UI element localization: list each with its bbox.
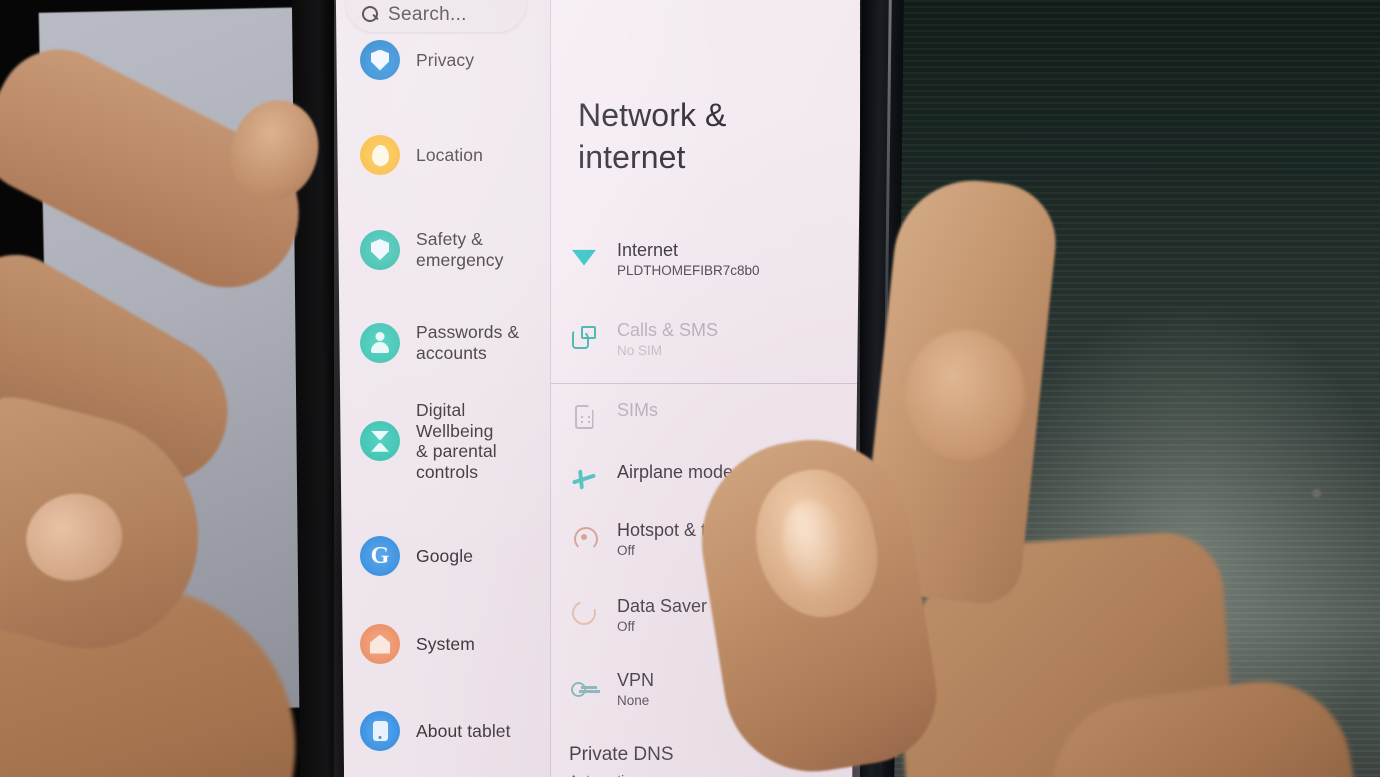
- settings-row-private-dns[interactable]: Private DNS: [569, 744, 674, 766]
- settings-row-vpn[interactable]: VPN None: [551, 670, 860, 709]
- sidebar-item-system[interactable]: System: [334, 624, 550, 664]
- row-title: Calls & SMS: [617, 320, 719, 340]
- sidebar-item-label: Location: [416, 144, 483, 165]
- row-subtitle: Off: [617, 542, 635, 558]
- sidebar-item-about-tablet[interactable]: About tablet: [334, 711, 550, 751]
- row-title: SIMs: [617, 400, 659, 420]
- search-input[interactable]: Search...: [346, 0, 526, 32]
- sidebar-item-label: About tablet: [416, 720, 511, 741]
- row-title: Data Saver: [617, 596, 708, 616]
- hourglass-icon: [360, 421, 400, 462]
- sidebar-item-label: Safety & emergency: [416, 229, 504, 270]
- shield-icon: [360, 229, 400, 270]
- settings-row-airplane-mode[interactable]: Airplane mode: [551, 462, 860, 494]
- row-subtitle: Off: [617, 618, 635, 634]
- sidebar-item-passwords-accounts[interactable]: Passwords & accounts: [334, 322, 550, 363]
- settings-sidebar: Search... Privacy Location Safety & emerg…: [334, 0, 550, 777]
- sidebar-item-google[interactable]: G Google: [334, 536, 550, 576]
- google-g-icon: G: [360, 536, 400, 576]
- row-title: Hotspot & tethering: [617, 520, 772, 540]
- tablet-screen: Search... Privacy Location Safety & emerg…: [334, 0, 860, 777]
- data-saver-icon: [568, 597, 600, 629]
- background-speck: [1312, 489, 1321, 498]
- sidebar-item-label: Google: [416, 545, 474, 566]
- calls-sms-icon: [569, 322, 599, 352]
- section-divider: [551, 383, 860, 384]
- sidebar-item-label: Privacy: [416, 49, 475, 70]
- tablet-icon: [360, 711, 400, 751]
- settings-row-data-saver[interactable]: Data Saver Off: [551, 596, 860, 635]
- sidebar-item-safety-emergency[interactable]: Safety & emergency: [334, 229, 550, 270]
- sidebar-item-location[interactable]: Location: [334, 135, 550, 175]
- row-title: Internet: [617, 240, 679, 260]
- sidebar-item-label: Passwords & accounts: [416, 322, 520, 363]
- hotspot-icon: [569, 522, 599, 552]
- wifi-icon: [569, 242, 599, 272]
- search-icon: [362, 6, 379, 23]
- private-dns-subtitle: Automatic: [569, 772, 631, 777]
- search-placeholder: Search...: [388, 4, 467, 25]
- row-subtitle: No SIM: [617, 342, 663, 358]
- vpn-key-icon: [569, 672, 599, 702]
- home-icon: [360, 624, 400, 664]
- row-subtitle: None: [617, 692, 650, 708]
- settings-row-calls-sms: Calls & SMS No SIM: [551, 320, 860, 359]
- tablet-bezel-left: [291, 0, 345, 777]
- settings-row-hotspot-tethering[interactable]: Hotspot & tethering Off: [551, 520, 860, 559]
- sidebar-item-privacy[interactable]: Privacy: [334, 40, 550, 80]
- row-title: Airplane mode: [617, 462, 734, 482]
- sidebar-item-label: Digital Wellbeing & parental controls: [416, 400, 497, 482]
- sim-card-icon: [569, 402, 599, 432]
- row-title: Private DNS: [569, 744, 674, 765]
- background-glow: [980, 300, 1380, 777]
- person-icon: [360, 322, 400, 363]
- photo-scene: Search... Privacy Location Safety & emerg…: [0, 0, 1380, 777]
- row-title: VPN: [617, 670, 655, 690]
- shield-check-icon: [360, 40, 400, 80]
- page-title: Network & internet: [578, 97, 727, 175]
- sidebar-item-label: System: [416, 633, 475, 654]
- location-pin-icon: [360, 135, 400, 175]
- sidebar-item-digital-wellbeing[interactable]: Digital Wellbeing & parental controls: [334, 400, 550, 483]
- airplane-icon: [569, 464, 599, 494]
- settings-row-internet[interactable]: Internet PLDTHOMEFIBR7c8b0: [551, 240, 860, 279]
- settings-row-sims: SIMs: [551, 400, 860, 432]
- row-subtitle: PLDTHOMEFIBR7c8b0: [617, 262, 760, 278]
- settings-content-pane: Network & internet Internet PLDTHOMEFIBR7…: [551, 0, 860, 777]
- background-paper: [38, 7, 316, 713]
